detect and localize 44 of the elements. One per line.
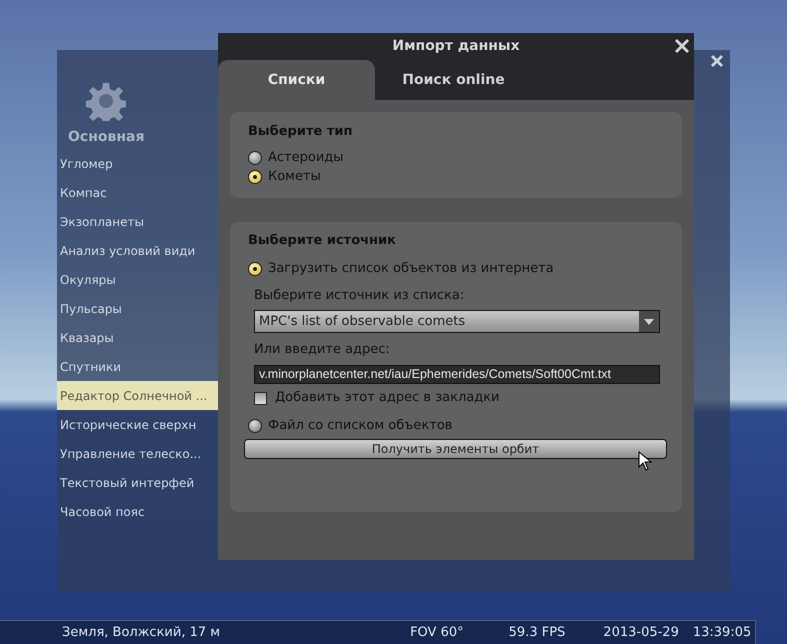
radio-label: Загрузить список объектов из интернета [268, 260, 554, 278]
fetch-button[interactable]: Получить элементы орбит [244, 438, 667, 458]
sidebar-item[interactable]: Экзопланеты [57, 207, 218, 236]
sidebar-item[interactable]: Текстовый интерфей [57, 468, 218, 497]
radio-button[interactable] [248, 418, 262, 432]
radio-label: Кометы [268, 168, 321, 186]
field-label: Выберите источник из списка: [254, 286, 466, 304]
date-text: 2013-05-29 [603, 624, 679, 642]
sidebar-item[interactable]: Пульсары [57, 294, 218, 323]
field-label: Или введите адрес: [254, 341, 391, 359]
sidebar-item[interactable]: Часовой пояс [57, 497, 218, 526]
fps-text: 59.3 FPS [508, 624, 566, 642]
radio-button[interactable] [248, 151, 262, 165]
checkbox-label: Добавить этот адрес в закладки [275, 389, 500, 408]
sidebar-item[interactable]: Исторические сверхн [57, 410, 218, 439]
sidebar-item[interactable]: Окуляры [57, 265, 218, 294]
radio-button[interactable] [248, 262, 262, 276]
sidebar-item[interactable]: Управление телеско... [57, 439, 218, 468]
group-title: Выберите тип [248, 123, 354, 141]
radio-label: Астероиды [268, 149, 344, 168]
radio-label: Файл со списком объектов [268, 416, 452, 435]
window-title: Импорт данных [392, 37, 520, 56]
tab[interactable]: Списки [218, 60, 375, 100]
radio-button[interactable] [248, 170, 262, 184]
checkbox[interactable] [254, 392, 267, 404]
sidebar-item[interactable]: Спутники [57, 352, 218, 381]
close-icon[interactable] [674, 38, 690, 54]
mouse-cursor-icon [638, 451, 652, 471]
tab[interactable]: Поиск online [375, 60, 532, 100]
sidebar-item[interactable]: Редактор Солнечной ... [57, 381, 218, 410]
group-title: Выберите источник [248, 232, 397, 250]
sidebar-item[interactable]: Угломер [57, 149, 218, 178]
fov-text: FOV 60° [410, 624, 464, 642]
time-text: 13:39:05 [692, 624, 752, 642]
gear-icon[interactable] [86, 81, 126, 121]
location-text: Земля, Волжский, 17 м [62, 624, 220, 642]
sidebar-item[interactable]: Анализ условий види [57, 236, 218, 265]
address-field[interactable]: v.minorplanetcenter.net/iau/Ephemerides/Comets/Soft00Cmt.txt [254, 364, 660, 384]
sidebar-item[interactable]: Квазары [57, 323, 218, 352]
close-icon[interactable] [709, 53, 725, 69]
tab-label[interactable]: Основная [68, 127, 144, 148]
sidebar-item[interactable]: Компас [57, 178, 218, 207]
caret-icon[interactable] [639, 311, 659, 332]
source-dropdown[interactable]: MPC's list of observable comets [254, 310, 660, 333]
